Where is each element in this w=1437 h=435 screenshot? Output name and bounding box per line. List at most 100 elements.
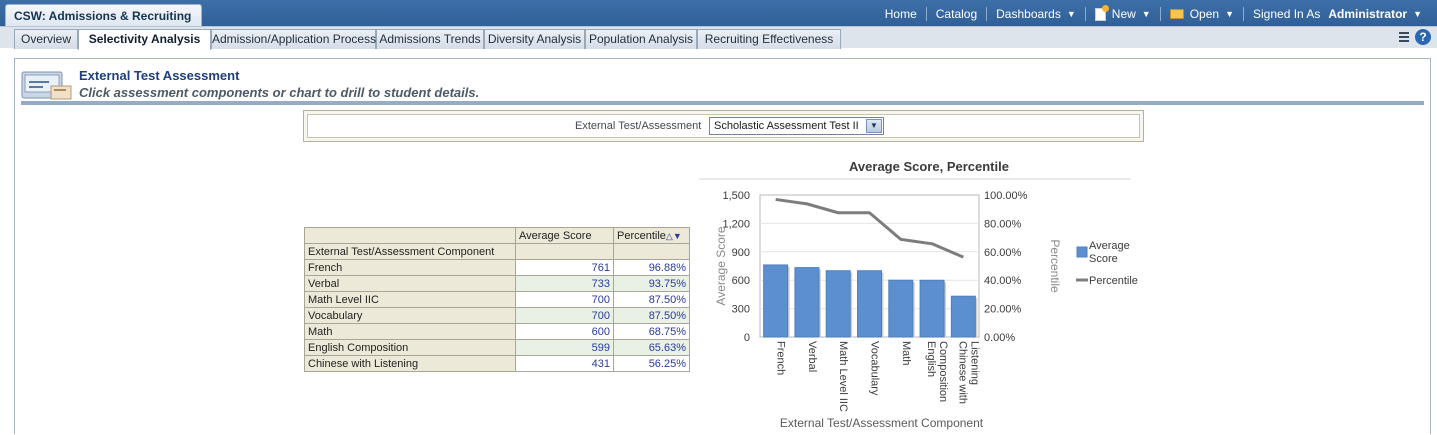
chevron-down-icon[interactable]: ▼ [866, 119, 882, 133]
legend-average-score-swatch [1076, 246, 1088, 258]
section-header-icon [21, 71, 72, 100]
bar [794, 267, 820, 338]
table-header-row: Average Score Percentile△▼ [304, 227, 690, 244]
component-cell[interactable]: Verbal [304, 275, 516, 292]
open-menu[interactable]: Open ▼ [1161, 7, 1243, 21]
user-menu[interactable]: Signed In As Administrator ▼ [1244, 7, 1431, 21]
table-row[interactable]: Math 600 68.75% [304, 323, 690, 340]
tab-population-analysis[interactable]: Population Analysis [585, 29, 697, 49]
y-tick-label: 900 [732, 247, 750, 259]
table-header-blank [515, 243, 614, 260]
tab-diversity-analysis[interactable]: Diversity Analysis [484, 29, 585, 49]
x-tick-label: Math [900, 341, 912, 365]
tab-overview[interactable]: Overview [14, 29, 78, 49]
average-score-cell[interactable]: 733 [515, 275, 614, 292]
table-row[interactable]: Vocabulary 700 87.50% [304, 307, 690, 324]
app-title: CSW: Admissions & Recruiting [5, 4, 202, 26]
average-score-cell[interactable]: 599 [515, 339, 614, 356]
table-row[interactable]: French 761 96.88% [304, 259, 690, 276]
catalog-link[interactable]: Catalog [927, 7, 986, 21]
x-tick-label: Vocabulary [869, 341, 881, 396]
page-options-icon[interactable] [1399, 31, 1413, 43]
new-label: New [1111, 7, 1136, 21]
new-menu[interactable]: New ▼ [1086, 4, 1160, 21]
prompt-panel: External Test/Assessment Scholastic Asse… [303, 110, 1144, 142]
user-name: Administrator [1328, 7, 1408, 21]
tab-recruiting-effectiveness[interactable]: Recruiting Effectiveness [697, 29, 841, 49]
component-cell[interactable]: Math [304, 323, 516, 340]
average-score-percentile-chart[interactable]: Average Score, Percentile 0 0.00% 300 20.00%… [699, 152, 1154, 435]
table-header-blank [304, 227, 516, 244]
percentile-cell[interactable]: 93.75% [613, 275, 690, 292]
section-title: External Test Assessment [79, 68, 240, 83]
x-tick-label: Chinese with [956, 341, 968, 404]
x-tick-label: Verbal [806, 341, 818, 372]
percentile-cell[interactable]: 87.50% [613, 291, 690, 308]
x-axis-title: External Test/Assessment Component [780, 416, 984, 430]
dashboard-tab-bar: Overview Selectivity Analysis Admission/… [0, 26, 1437, 50]
y-tick-label: 1,500 [722, 190, 750, 202]
table-header-blank [613, 243, 690, 260]
tab-admission-application-process[interactable]: Admission/Application Process [211, 29, 376, 49]
assessment-table: Average Score Percentile△▼ External Test… [304, 227, 690, 372]
dashboards-menu[interactable]: Dashboards ▼ [987, 7, 1085, 21]
chevron-down-icon: ▼ [1141, 9, 1151, 19]
table-row[interactable]: Verbal 733 93.75% [304, 275, 690, 292]
component-cell[interactable]: English Composition [304, 339, 516, 356]
tab-admissions-trends[interactable]: Admissions Trends [376, 29, 484, 49]
y2-tick-label: 0.00% [984, 332, 1015, 344]
percentile-header-label: Percentile [617, 229, 666, 242]
external-test-select-value: Scholastic Assessment Test II [714, 120, 859, 132]
y-axis-title: Average Score [714, 226, 728, 305]
y-tick-label: 600 [732, 275, 750, 287]
table-header-row: External Test/Assessment Component [304, 243, 690, 260]
bar [763, 264, 789, 338]
external-test-select[interactable]: Scholastic Assessment Test II ▼ [709, 117, 884, 135]
average-score-cell[interactable]: 600 [515, 323, 614, 340]
help-icon[interactable]: ? [1415, 29, 1431, 45]
percentile-cell[interactable]: 68.75% [613, 323, 690, 340]
component-cell[interactable]: Vocabulary [304, 307, 516, 324]
legend-average-score-label: Average [1089, 240, 1130, 252]
sort-icon[interactable]: △▼ [666, 231, 682, 241]
tab-selectivity-analysis[interactable]: Selectivity Analysis [78, 29, 211, 50]
average-score-cell[interactable]: 700 [515, 307, 614, 324]
average-score-cell[interactable]: 700 [515, 291, 614, 308]
percentile-cell[interactable]: 56.25% [613, 355, 690, 372]
table-row[interactable]: English Composition 599 65.63% [304, 339, 690, 356]
column-header-percentile[interactable]: Percentile△▼ [613, 227, 690, 244]
home-link[interactable]: Home [876, 7, 926, 21]
percentile-cell[interactable]: 65.63% [613, 339, 690, 356]
bar [950, 295, 976, 338]
x-tick-label: Math Level IIC [837, 341, 849, 412]
percentile-cell[interactable]: 96.88% [613, 259, 690, 276]
percentile-cell[interactable]: 87.50% [613, 307, 690, 324]
component-cell[interactable]: Chinese with Listening [304, 355, 516, 372]
y2-tick-label: 20.00% [984, 304, 1022, 316]
table-row[interactable]: Chinese with Listening 431 56.25% [304, 355, 690, 372]
component-cell[interactable]: French [304, 259, 516, 276]
average-score-cell[interactable]: 431 [515, 355, 614, 372]
y2-axis-title: Percentile [1048, 239, 1062, 293]
chevron-down-icon: ▼ [1066, 9, 1076, 19]
legend-average-score-label: Score [1089, 253, 1118, 265]
y2-tick-label: 80.00% [984, 218, 1022, 230]
component-cell[interactable]: Math Level IIC [304, 291, 516, 308]
dashboard-content: External Test Assessment Click assessmen… [14, 58, 1431, 434]
page-options: ? [1399, 29, 1431, 45]
open-label: Open [1189, 7, 1220, 21]
y2-tick-label: 100.00% [984, 190, 1028, 202]
bar [888, 279, 914, 338]
chevron-down-icon: ▼ [1413, 9, 1422, 19]
bar [857, 270, 882, 338]
section-subtitle: Click assessment components or chart to … [79, 85, 480, 100]
legend-percentile-label: Percentile [1089, 275, 1138, 287]
column-header-average-score[interactable]: Average Score [515, 227, 614, 244]
y-tick-label: 0 [744, 332, 750, 344]
average-score-cell[interactable]: 761 [515, 259, 614, 276]
table-row[interactable]: Math Level IIC 700 87.50% [304, 291, 690, 308]
folder-icon [1169, 9, 1184, 19]
bar [919, 279, 945, 338]
y2-tick-label: 40.00% [984, 275, 1022, 287]
global-nav: Home Catalog Dashboards ▼ New ▼ Open ▼ S… [876, 4, 1431, 22]
